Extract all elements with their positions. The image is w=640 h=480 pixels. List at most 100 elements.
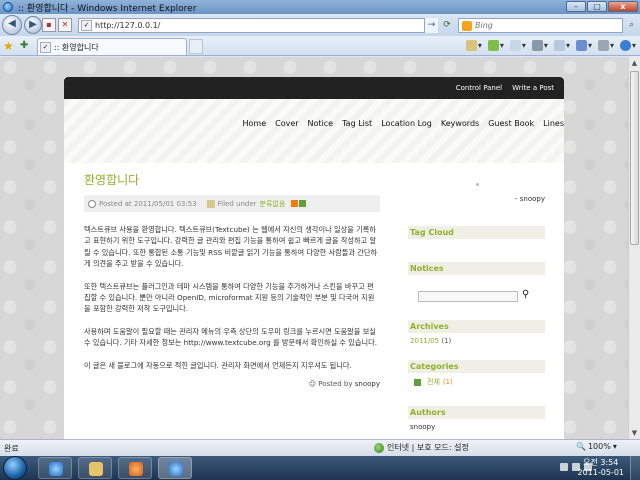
go-button[interactable]: → [424,18,438,33]
home-icon [465,40,477,51]
rss-feed-icon[interactable] [299,200,307,207]
url-input[interactable] [95,21,415,30]
window-controls: – □ x [566,1,638,12]
home-command[interactable]: ▾ [465,39,482,52]
media-player-icon [129,462,143,476]
nav-notice[interactable]: Notice [308,119,334,128]
security-zone[interactable]: 인터넷 | 보호 모드: 설정 [374,442,469,453]
archive-item[interactable]: 2011/05 (1) [408,337,545,345]
archive-month[interactable]: 2011/05 [410,337,439,345]
tray-flag-icon[interactable] [560,463,568,471]
blog-topbar: Control Panel Write a Post [64,77,564,99]
nav-home[interactable]: Home [242,119,266,128]
post-body: 텍스트큐브 사용을 환영합니다. 텍스트큐브(Textcube) 는 웹에서 자… [84,224,380,371]
category-name[interactable]: 전체 [427,377,440,387]
compat-buttons: ▪ ✕ [42,18,72,32]
decorative-dot [476,183,479,186]
print-icon [531,40,543,51]
tab-current[interactable]: ✓ :: 환영합니다 [37,38,187,55]
post-paragraph: 사용하며 도움말이 필요할 때는 관리자 메뉴의 우측 상단의 도우미 링크를 … [84,326,377,348]
bing-icon [462,20,472,31]
title-bar: :: 환영합니다 - Windows Internet Explorer – □… [0,0,640,14]
nav-tag-list[interactable]: Tag List [342,119,372,128]
add-favorites-icon[interactable]: ✚ [20,40,28,51]
back-button[interactable]: ◀ [2,15,22,35]
category-item[interactable]: 전체 (1) [408,377,545,387]
nav-location-log[interactable]: Location Log [381,119,432,128]
search-box[interactable] [458,18,623,33]
maximize-button[interactable]: □ [587,1,607,12]
clock-date: 2011-05-01 [577,468,625,477]
scroll-down-icon[interactable]: ▼ [629,427,640,439]
folder-icon [89,462,103,476]
zoom-control[interactable]: 🔍 100% ▾ [576,442,617,451]
post-content: 환영합니다 Posted at 2011/05/01 03:53 Filed u… [84,171,380,388]
taskbar-media[interactable] [118,457,152,479]
categories-widget: Categories 전체 (1) [408,360,545,387]
zoom-level: 100% [587,442,611,451]
archive-count: (1) [441,337,452,345]
search-input[interactable] [475,21,605,30]
tab-favicon-icon: ✓ [40,41,51,53]
sidebar-author: - snoopy [515,195,545,203]
write-post-link[interactable]: Write a Post [512,84,554,92]
authors-title: Authors [408,406,545,419]
command-bar: ▾ ▾ ▾ ▾ ▾ ▾ ▾ ▾ [465,39,636,52]
taskbar-ie-window[interactable] [158,457,192,479]
taskbar-ie[interactable] [38,457,72,479]
folder-icon [206,199,215,208]
vertical-scrollbar[interactable]: ▲ ▼ [628,57,640,439]
archives-title: Archives [408,320,545,333]
clock-time: 오전 3:54 [583,458,619,467]
minimize-button[interactable]: – [566,1,586,12]
help-command[interactable]: ▾ [619,39,636,52]
tag-cloud-widget: Tag Cloud [408,226,545,243]
stop-icon[interactable]: ✕ [58,18,72,32]
posted-by-label: Posted by [318,380,353,389]
nav-guest-book[interactable]: Guest Book [488,119,534,128]
zone-text: 인터넷 | 보호 모드: 설정 [387,443,469,452]
post-author-link[interactable]: snoopy [355,380,380,388]
taskbar-explorer[interactable] [78,457,112,479]
compat-view-icon[interactable]: ▪ [42,18,56,32]
safety-command[interactable]: ▾ [575,39,592,52]
print-command[interactable]: ▾ [531,39,548,52]
post-meta: Posted at 2011/05/01 03:53 Filed under 분… [84,195,380,212]
author-name[interactable]: snoopy [408,423,545,431]
post-title[interactable]: 환영합니다 [84,171,380,188]
post-category-link[interactable]: 분류없음 [260,199,286,209]
page-command[interactable]: ▾ [553,39,570,52]
rss-feed-icon[interactable] [414,378,421,386]
scroll-up-icon[interactable]: ▲ [629,57,640,69]
refresh-button[interactable]: ⟳ [440,18,454,33]
forward-button[interactable]: ▶ [24,16,42,34]
post-paragraph: 텍스트큐브 사용을 환영합니다. 텍스트큐브(Textcube) 는 웹에서 자… [84,225,378,269]
tag-cloud-title: Tag Cloud [408,226,545,239]
tools-command[interactable]: ▾ [597,39,614,52]
authors-widget: Authors snoopy [408,406,545,431]
blog-search-input[interactable] [418,291,518,302]
address-field[interactable]: ✓ [78,18,438,33]
page-favicon-icon: ✓ [81,20,92,31]
clock[interactable]: 오전 3:54 2011-05-01 [578,458,625,478]
ie-icon [49,462,63,476]
feeds-command[interactable]: ▾ [487,39,504,52]
show-desktop-button[interactable] [630,456,640,480]
new-tab-button[interactable] [189,39,203,54]
search-icon[interactable]: ⚲ [522,289,529,300]
mail-command[interactable]: ▾ [509,39,526,52]
nav-cover[interactable]: Cover [275,119,298,128]
filed-under: Filed under [217,199,257,208]
rss-icon[interactable] [291,200,299,207]
scroll-thumb[interactable] [630,71,639,245]
search-button[interactable]: ⌕ [625,18,638,33]
window-title: :: 환영합니다 - Windows Internet Explorer [18,3,197,14]
favorites-star-icon[interactable]: ★ [3,39,14,53]
nav-keywords[interactable]: Keywords [441,119,479,128]
close-button[interactable]: x [608,1,638,12]
chevron-down-icon: ▾ [612,442,617,451]
control-panel-link[interactable]: Control Panel [456,84,502,92]
nav-lines[interactable]: Lines [543,119,564,128]
feeds-icon [487,40,499,51]
start-button[interactable] [3,456,27,480]
